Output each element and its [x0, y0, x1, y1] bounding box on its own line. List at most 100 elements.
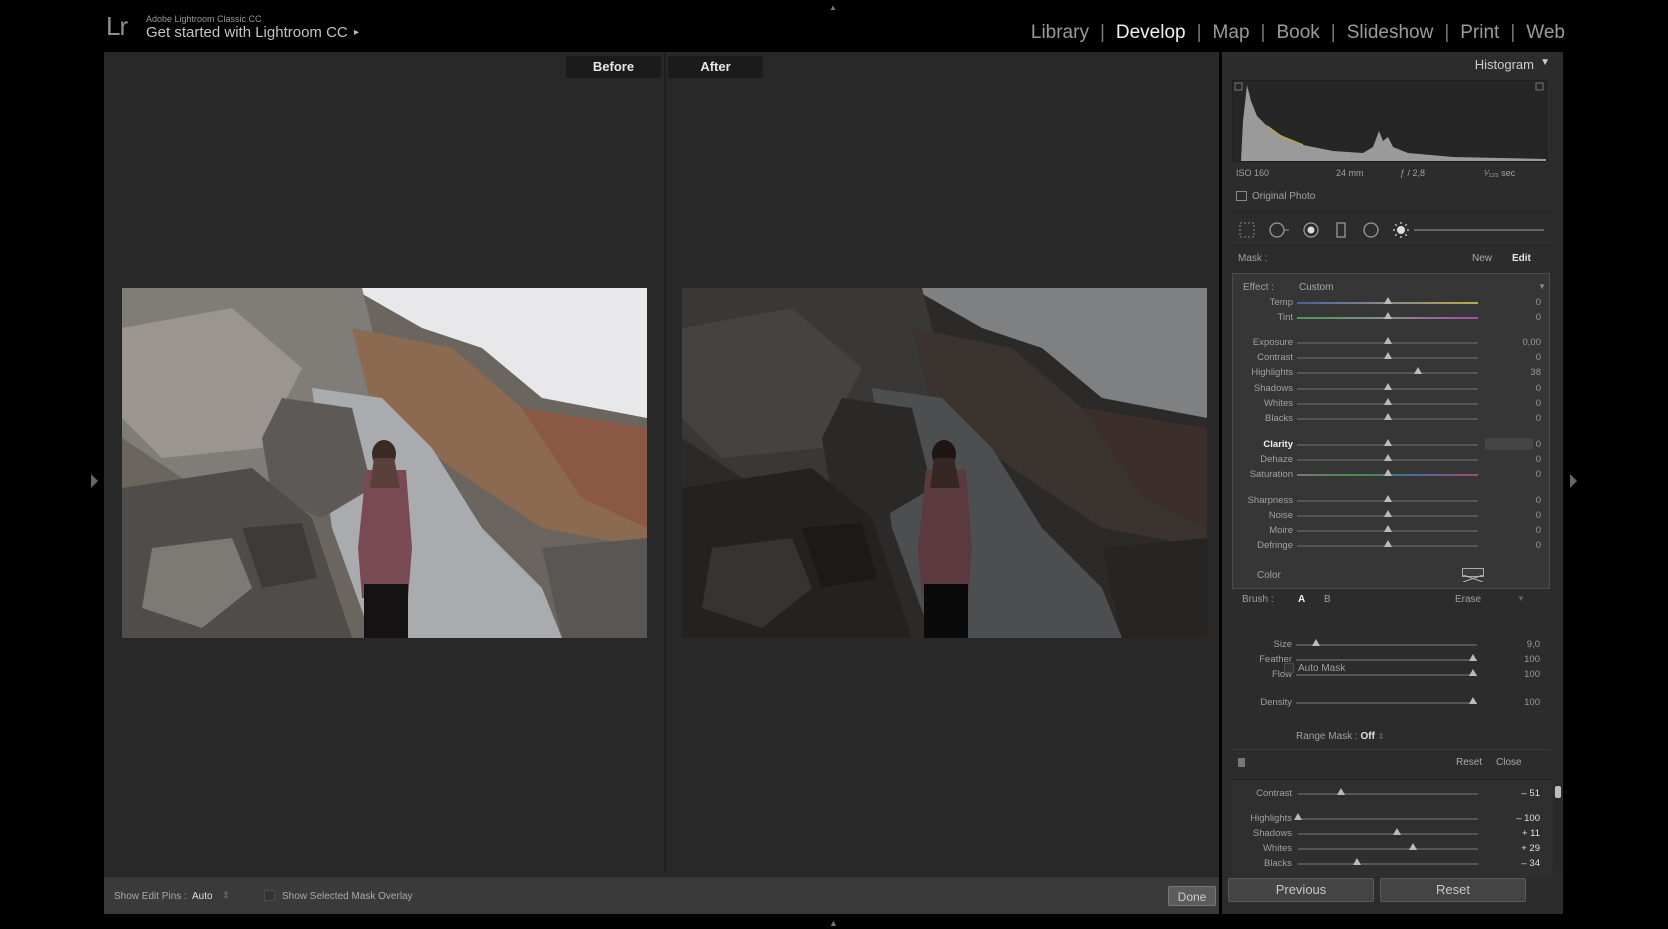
brush-b-button[interactable]: B [1324, 594, 1331, 605]
moire-slider-thumb[interactable] [1383, 525, 1392, 532]
range-mask-value[interactable]: Off [1360, 731, 1374, 742]
whites-value[interactable]: 0 [1536, 398, 1541, 409]
module-map[interactable]: Map [1211, 22, 1252, 44]
dehaze-value[interactable]: 0 [1536, 454, 1541, 465]
flow-value[interactable]: 100 [1524, 669, 1540, 680]
temp-value[interactable]: 0 [1536, 297, 1541, 308]
whites-value[interactable]: + 29 [1521, 843, 1540, 854]
whites-slider-thumb[interactable] [1409, 843, 1418, 850]
defringe-slider-thumb[interactable] [1383, 540, 1392, 547]
whites-slider-thumb[interactable] [1383, 398, 1392, 405]
shadows-slider-thumb[interactable] [1393, 828, 1401, 835]
feather-slider[interactable] [1296, 659, 1477, 661]
histogram-title[interactable]: Histogram [1475, 57, 1534, 72]
density-slider-thumb[interactable] [1469, 697, 1478, 704]
noise-value[interactable]: 0 [1536, 510, 1541, 521]
blacks-value[interactable]: – 34 [1522, 858, 1541, 869]
before-photo[interactable] [122, 288, 647, 638]
exposure-slider-thumb[interactable] [1383, 337, 1392, 344]
filmstrip-toggle-icon[interactable]: ▲ [829, 918, 838, 928]
pin-toggle-icon[interactable] [1238, 758, 1245, 767]
identity-plate-title[interactable]: Get started with Lightroom CC [146, 24, 348, 41]
shadows-slider-thumb[interactable] [1383, 383, 1392, 390]
blacks-value[interactable]: 0 [1536, 413, 1541, 424]
chevron-updown-icon[interactable]: ⇕ [222, 890, 230, 901]
mask-new-button[interactable]: New [1472, 253, 1492, 264]
top-panel-toggle-icon[interactable]: ▲ [829, 3, 837, 12]
highlights-value[interactable]: 38 [1530, 367, 1541, 378]
noise-slider-thumb[interactable] [1383, 510, 1392, 517]
mask-edit-button[interactable]: Edit [1512, 253, 1531, 264]
range-mask-select[interactable]: Range Mask : Off ⇕ [1296, 731, 1384, 742]
left-panel-toggle-icon[interactable] [91, 474, 98, 488]
effect-dropdown-icon[interactable]: ▼ [1538, 282, 1546, 291]
done-button[interactable]: Done [1168, 886, 1216, 906]
graduated-filter-icon[interactable] [1332, 221, 1350, 239]
color-swatch[interactable] [1462, 568, 1484, 583]
feather-slider-thumb[interactable] [1469, 654, 1478, 661]
highlights-slider-thumb[interactable] [1414, 367, 1423, 374]
highlights-slider-thumb[interactable] [1294, 813, 1302, 820]
flow-slider-thumb[interactable] [1469, 669, 1478, 676]
mask-overlay-label[interactable]: Show Selected Mask Overlay [282, 891, 413, 902]
shadows-value[interactable]: 0 [1536, 383, 1541, 394]
clarity-value[interactable]: 0 [1536, 439, 1541, 450]
size-slider-thumb[interactable] [1311, 639, 1320, 646]
reset-button[interactable]: Reset [1380, 878, 1526, 902]
flow-slider[interactable] [1296, 674, 1477, 676]
right-panel-toggle-icon[interactable] [1570, 474, 1577, 488]
tint-value[interactable]: 0 [1536, 312, 1541, 323]
module-book[interactable]: Book [1274, 22, 1321, 44]
size-value[interactable]: 9,0 [1527, 639, 1540, 650]
effect-preset-select[interactable]: Custom [1299, 282, 1333, 293]
dehaze-slider-thumb[interactable] [1383, 454, 1392, 461]
whites-slider[interactable] [1298, 848, 1478, 850]
shadows-slider[interactable] [1298, 833, 1478, 835]
collapse-triangle-icon[interactable]: ▼ [1540, 57, 1550, 68]
radial-filter-icon[interactable] [1362, 221, 1380, 239]
sharpness-slider-thumb[interactable] [1383, 495, 1392, 502]
blacks-slider-thumb[interactable] [1353, 858, 1362, 865]
mask-reset-button[interactable]: Reset [1456, 757, 1482, 768]
density-value[interactable]: 100 [1524, 697, 1540, 708]
play-arrow-icon[interactable]: ▸ [354, 27, 359, 38]
saturation-value[interactable]: 0 [1536, 469, 1541, 480]
contrast-value[interactable]: – 51 [1522, 788, 1541, 799]
scrollbar-thumb[interactable] [1555, 786, 1561, 798]
contrast-slider[interactable] [1298, 793, 1478, 795]
range-mask-chevron-icon[interactable]: ⇕ [1378, 732, 1385, 741]
mask-overlay-checkbox[interactable] [264, 890, 275, 901]
adjustment-brush-icon[interactable] [1392, 221, 1410, 239]
size-slider[interactable] [1296, 644, 1477, 646]
after-photo[interactable] [682, 288, 1207, 638]
blacks-slider-thumb[interactable] [1383, 413, 1392, 420]
exposure-value[interactable]: 0,00 [1523, 337, 1542, 348]
highlights-slider[interactable] [1297, 372, 1478, 374]
module-library[interactable]: Library [1029, 22, 1091, 44]
temp-slider-thumb[interactable] [1383, 297, 1392, 304]
contrast-slider-thumb[interactable] [1337, 788, 1346, 795]
module-web[interactable]: Web [1524, 22, 1567, 44]
auto-mask-label[interactable]: Auto Mask [1298, 663, 1345, 674]
blacks-slider[interactable] [1298, 863, 1478, 865]
moire-value[interactable]: 0 [1536, 525, 1541, 536]
original-photo-checkbox[interactable] [1236, 191, 1247, 201]
module-slideshow[interactable]: Slideshow [1345, 22, 1436, 44]
show-edit-pins-select[interactable]: Auto [192, 891, 213, 902]
tint-slider-thumb[interactable] [1383, 312, 1392, 319]
feather-value[interactable]: 100 [1524, 654, 1540, 665]
brush-collapse-icon[interactable]: ▼ [1517, 594, 1525, 603]
spot-removal-icon[interactable] [1268, 221, 1290, 239]
highlights-slider[interactable] [1298, 818, 1478, 820]
crop-overlay-icon[interactable] [1238, 221, 1256, 239]
mask-close-button[interactable]: Close [1496, 757, 1522, 768]
brush-a-button[interactable]: A [1298, 594, 1305, 605]
clarity-slider-thumb[interactable] [1383, 439, 1392, 446]
panel-scrollbar[interactable] [1555, 781, 1561, 871]
contrast-slider-thumb[interactable] [1383, 352, 1392, 359]
contrast-value[interactable]: 0 [1536, 352, 1541, 363]
red-eye-icon[interactable] [1302, 221, 1320, 239]
histogram-header[interactable]: Histogram ▼ [1222, 52, 1563, 76]
shadows-value[interactable]: + 11 [1522, 828, 1540, 839]
auto-mask-checkbox[interactable] [1284, 663, 1294, 673]
